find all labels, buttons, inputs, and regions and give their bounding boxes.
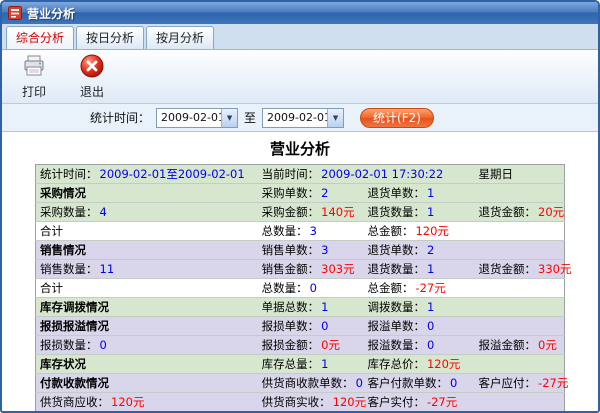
report-row: 合计总数量：3总金额：120元 [36, 222, 565, 241]
report-cell: 当前时间：2009-02-01 17:30:22 [258, 165, 475, 184]
stat-button[interactable]: 统计(F2) [360, 108, 434, 128]
report-cell: 报损单数：0 [258, 317, 364, 336]
date-to-value: 2009-02-01 [267, 111, 327, 124]
date-to-select[interactable]: 2009-02-01 ▼ [262, 108, 344, 128]
tab-comprehensive-analysis[interactable]: 综合分析 [6, 26, 74, 49]
report-cell: 合计 [36, 222, 258, 241]
tab-daily-analysis[interactable]: 按日分析 [76, 26, 144, 49]
report-cell: 库存总量：1 [258, 355, 364, 374]
report-row: 付款收款情况供货商收款单数：0客户付款单数：0客户应付：-27元 [36, 374, 565, 393]
tab-bar: 综合分析按日分析按月分析 [2, 24, 598, 50]
report-cell: 库存总价：120元 [363, 355, 474, 374]
report-cell: 销售数量：11 [36, 260, 258, 279]
report-row: 销售情况销售单数：3退货单数：2 [36, 241, 565, 260]
report-cell [475, 241, 565, 260]
report-cell: 供货商收款单数：0 [258, 374, 364, 393]
report-cell: 客户实付：-27元 [363, 393, 474, 412]
report-cell: 销售金额：303元 [258, 260, 364, 279]
report-cell: 退货数量：1 [363, 203, 474, 222]
report-row: 库存调拨情况单据总数：1调拨数量：1 [36, 298, 565, 317]
report-cell: 采购单数：2 [258, 184, 364, 203]
filter-row: 统计时间： 2009-02-01 ▼ 至 2009-02-01 ▼ 统计(F2) [2, 104, 598, 131]
report-cell [475, 317, 565, 336]
report-cell: 星期日 [475, 165, 565, 184]
exit-icon [79, 53, 105, 82]
report-cell [475, 298, 565, 317]
report-cell: 单据总数：1 [258, 298, 364, 317]
print-button[interactable]: 打印 [12, 50, 56, 103]
app-icon [8, 6, 22, 20]
chevron-down-icon[interactable]: ▼ [221, 109, 237, 127]
report-cell: 销售单数：3 [258, 241, 364, 260]
report-table-body: 统计时间：2009-02-01至2009-02-01当前时间：2009-02-0… [36, 165, 565, 412]
report-cell: 销售情况 [36, 241, 258, 260]
date-from-select[interactable]: 2009-02-01 ▼ [156, 108, 238, 128]
report-cell: 总金额：120元 [363, 222, 474, 241]
report-row: 供货商应收：120元供货商实收：120元客户实付：-27元 [36, 393, 565, 412]
report-cell: 客户应付：-27元 [475, 374, 565, 393]
report-cell: 总数量：0 [258, 279, 364, 298]
report-cell: 采购情况 [36, 184, 258, 203]
report-panel: 营业分析 统计时间：2009-02-01至2009-02-01当前时间：2009… [2, 131, 598, 411]
date-from-value: 2009-02-01 [161, 111, 221, 124]
report-cell: 总数量：3 [258, 222, 364, 241]
report-cell: 退货金额：20元 [475, 203, 565, 222]
report-cell [475, 355, 565, 374]
report-cell: 采购金额：140元 [258, 203, 364, 222]
report-cell: 采购数量：4 [36, 203, 258, 222]
report-cell: 报溢金额：0元 [475, 336, 565, 355]
report-cell: 客户付款单数：0 [363, 374, 474, 393]
tab-monthly-analysis[interactable]: 按月分析 [146, 26, 214, 49]
report-cell: 供货商实收：120元 [258, 393, 364, 412]
report-cell: 供货商应收：120元 [36, 393, 258, 412]
report-cell: 库存调拨情况 [36, 298, 258, 317]
report-row: 库存状况库存总量：1库存总价：120元 [36, 355, 565, 374]
window-title: 营业分析 [27, 5, 75, 22]
report-cell [475, 222, 565, 241]
report-cell [475, 279, 565, 298]
report-cell: 退货金额：330元 [475, 260, 565, 279]
report-cell: 退货数量：1 [363, 260, 474, 279]
printer-icon [21, 53, 47, 82]
window-titlebar[interactable]: 营业分析 [2, 2, 598, 24]
stat-time-label: 统计时间： [90, 109, 150, 126]
report-cell: 付款收款情况 [36, 374, 258, 393]
report-cell: 统计时间：2009-02-01至2009-02-01 [36, 165, 258, 184]
report-cell: 退货单数：1 [363, 184, 474, 203]
to-label: 至 [244, 109, 256, 126]
report-cell: 调拨数量：1 [363, 298, 474, 317]
print-button-label: 打印 [22, 83, 46, 100]
toolbar: 打印 退出 [2, 50, 598, 104]
report-cell: 库存状况 [36, 355, 258, 374]
report-cell: 报损金额：0元 [258, 336, 364, 355]
report-cell: 报损报溢情况 [36, 317, 258, 336]
report-row: 销售数量：11销售金额：303元退货数量：1退货金额：330元 [36, 260, 565, 279]
chevron-down-icon[interactable]: ▼ [327, 109, 343, 127]
report-cell: 报损数量：0 [36, 336, 258, 355]
report-row: 统计时间：2009-02-01至2009-02-01当前时间：2009-02-0… [36, 165, 565, 184]
report-row: 采购情况采购单数：2退货单数：1 [36, 184, 565, 203]
report-cell: 退货单数：2 [363, 241, 474, 260]
report-cell [475, 184, 565, 203]
report-table: 统计时间：2009-02-01至2009-02-01当前时间：2009-02-0… [35, 164, 565, 411]
exit-button[interactable]: 退出 [70, 50, 114, 103]
report-row: 报损报溢情况报损单数：0报溢单数：0 [36, 317, 565, 336]
exit-button-label: 退出 [80, 83, 104, 100]
business-analysis-window: 营业分析 综合分析按日分析按月分析 打印 [0, 0, 600, 413]
report-title: 营业分析 [2, 132, 598, 163]
report-row: 报损数量：0报损金额：0元报溢数量：0报溢金额：0元 [36, 336, 565, 355]
report-cell: 合计 [36, 279, 258, 298]
report-cell: 报溢数量：0 [363, 336, 474, 355]
report-cell: 总金额：-27元 [363, 279, 474, 298]
report-cell: 报溢单数：0 [363, 317, 474, 336]
report-cell [475, 393, 565, 412]
report-row: 合计总数量：0总金额：-27元 [36, 279, 565, 298]
report-row: 采购数量：4采购金额：140元退货数量：1退货金额：20元 [36, 203, 565, 222]
